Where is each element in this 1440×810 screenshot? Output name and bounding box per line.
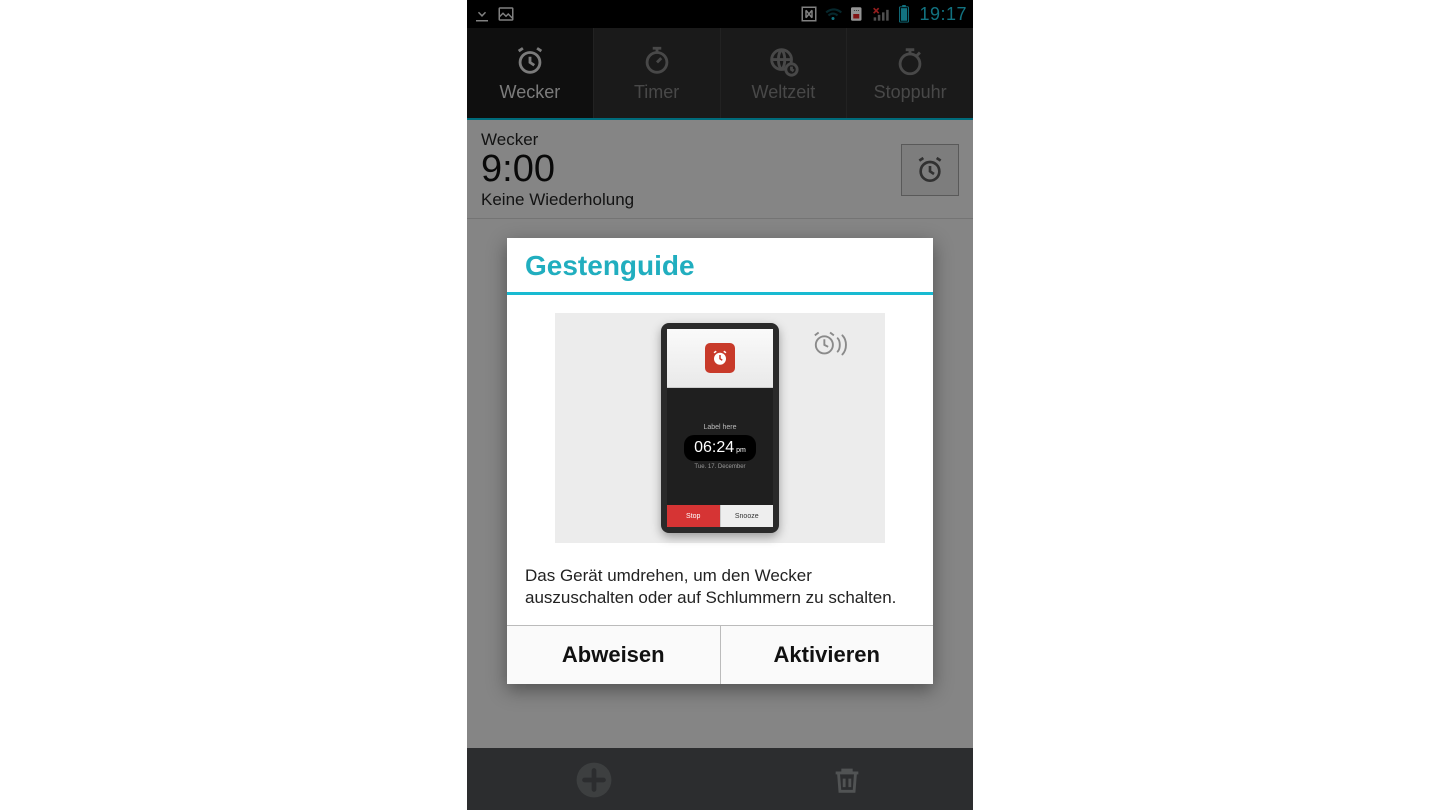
illust-label: Label here	[703, 424, 736, 431]
alarm-repeat: Keine Wiederholung	[481, 190, 634, 210]
add-alarm-button[interactable]	[572, 758, 616, 802]
no-signal-icon	[872, 5, 892, 23]
status-bar: ⋯ 19:17	[467, 0, 973, 28]
delete-button[interactable]	[825, 758, 869, 802]
bottom-toolbar	[467, 748, 973, 810]
illust-time: 06:24pm	[684, 435, 756, 461]
picture-icon	[497, 5, 515, 23]
dialog-body-text: Das Gerät umdrehen, um den Wecker auszus…	[507, 551, 933, 625]
alarm-row[interactable]: Wecker 9:00 Keine Wiederholung	[467, 120, 973, 219]
plus-circle-icon	[575, 761, 613, 799]
dialog-title: Gestenguide	[507, 238, 933, 295]
illust-snooze-button: Snooze	[720, 505, 774, 527]
sync-icon	[800, 5, 818, 23]
dismiss-button[interactable]: Abweisen	[507, 626, 721, 684]
worldtime-icon	[766, 44, 800, 78]
tab-weltzeit[interactable]: Weltzeit	[721, 28, 848, 118]
download-icon	[473, 5, 491, 23]
alarm-label: Wecker	[481, 130, 634, 150]
tab-stoppuhr[interactable]: Stoppuhr	[847, 28, 973, 118]
alarm-time: 9:00	[481, 150, 634, 188]
sim-error-icon: ⋯	[848, 5, 866, 23]
tab-wecker[interactable]: Wecker	[467, 28, 594, 118]
tab-bar: Wecker Timer Weltzeit Stoppuhr	[467, 28, 973, 120]
trash-icon	[830, 763, 864, 797]
activate-button[interactable]: Aktivieren	[721, 626, 934, 684]
alarm-icon	[914, 154, 946, 186]
tab-label: Wecker	[500, 82, 561, 103]
gesture-guide-dialog: Gestenguide	[507, 238, 933, 684]
tab-label: Timer	[634, 82, 679, 103]
alarm-ringing-icon	[812, 328, 850, 363]
status-time: 19:17	[916, 4, 967, 25]
stopwatch-icon	[893, 44, 927, 78]
illust-phone: Label here 06:24pm Tue. 17. December Sto…	[661, 323, 779, 533]
alarm-toggle[interactable]	[901, 144, 959, 196]
gesture-illustration: Label here 06:24pm Tue. 17. December Sto…	[555, 313, 885, 543]
illust-stop-button: Stop	[667, 505, 720, 527]
timer-icon	[640, 44, 674, 78]
dialog-button-row: Abweisen Aktivieren	[507, 625, 933, 684]
phone-screenshot: ⋯ 19:17 Wecker Timer	[467, 0, 973, 810]
wifi-icon	[824, 5, 842, 23]
svg-text:⋯: ⋯	[854, 9, 860, 15]
illust-date: Tue. 17. December	[694, 464, 745, 470]
battery-icon	[898, 5, 910, 23]
clock-badge-icon	[705, 343, 735, 373]
alarm-icon	[513, 44, 547, 78]
tab-label: Weltzeit	[752, 82, 816, 103]
tab-label: Stoppuhr	[874, 82, 947, 103]
tab-timer[interactable]: Timer	[594, 28, 721, 118]
